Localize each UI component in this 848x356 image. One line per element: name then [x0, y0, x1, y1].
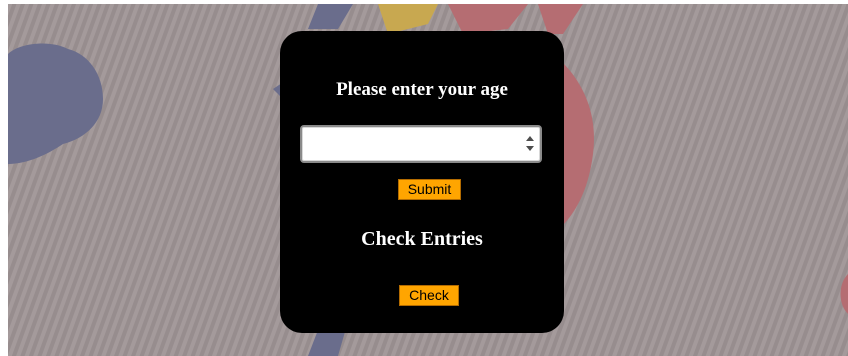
age-entry-card: Please enter your age Submit Check Entri…: [280, 31, 564, 333]
age-number-field[interactable]: [300, 125, 542, 163]
page-viewport: Please enter your age Submit Check Entri…: [8, 4, 848, 356]
check-button[interactable]: Check: [399, 285, 459, 306]
triangle-up-icon[interactable]: [526, 136, 534, 141]
number-spinner[interactable]: [526, 135, 534, 155]
triangle-down-icon[interactable]: [526, 146, 534, 151]
age-input[interactable]: [306, 129, 524, 159]
submit-button[interactable]: Submit: [398, 179, 461, 200]
age-heading: Please enter your age: [336, 79, 508, 100]
check-entries-heading: Check Entries: [361, 228, 483, 250]
